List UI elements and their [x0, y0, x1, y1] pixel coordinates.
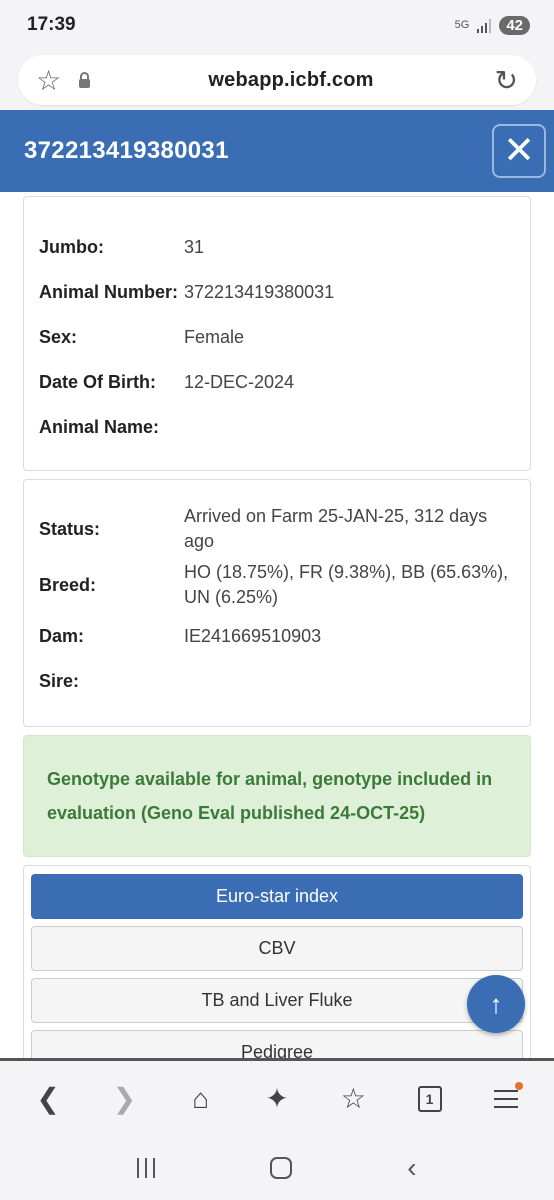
system-back-button[interactable]: ‹	[407, 1152, 416, 1184]
status-label: Status:	[39, 518, 101, 539]
home-icon: ⌂	[192, 1082, 210, 1114]
info-row-animal-name: Animal Name:	[39, 405, 515, 450]
recent-apps-button[interactable]	[137, 1158, 156, 1178]
info-value: 372213419380031	[184, 282, 335, 302]
tabs-button[interactable]: 1	[405, 1074, 455, 1124]
forward-button[interactable]: ❯	[99, 1074, 149, 1124]
sparkle-icon: ✦	[265, 1083, 289, 1114]
status-row: Status: Arrived on Farm 25-JAN-25, 312 d…	[39, 504, 515, 554]
signal-icon	[477, 17, 492, 33]
tab-pedigree[interactable]: Pedigree	[31, 1030, 523, 1058]
menu-button[interactable]	[481, 1074, 531, 1124]
status-time: 17:39	[27, 14, 76, 35]
menu-icon	[493, 1089, 518, 1108]
battery-icon: 42	[499, 15, 530, 35]
url-text[interactable]: webapp.icbf.com	[98, 69, 484, 92]
info-row-date-of-birth: Date Of Birth: 12-DEC-2024	[39, 360, 515, 405]
chevron-left-icon: ❮	[36, 1083, 60, 1114]
info-label: Animal Name:	[39, 417, 160, 437]
status-indicators: 5G 42	[454, 15, 530, 35]
chevron-right-icon: ❯	[112, 1083, 137, 1114]
tabs-card: Euro-star index CBV TB and Liver Fluke P…	[23, 865, 531, 1058]
url-bar-wrap: ☆ webapp.icbf.com ↻	[0, 50, 554, 110]
notification-dot	[514, 1081, 523, 1090]
system-navigation: ‹	[0, 1136, 554, 1200]
arrow-up-icon: ↑	[489, 988, 503, 1019]
tab-cbv[interactable]: CBV	[31, 926, 523, 971]
tab-tb-liver-fluke[interactable]: TB and Liver Fluke	[31, 978, 523, 1023]
modal-header: 372213419380031 ✕	[0, 110, 554, 192]
close-button[interactable]: ✕	[492, 124, 546, 178]
info-label: Sex:	[39, 327, 78, 347]
reload-icon[interactable]: ↻	[484, 64, 518, 97]
browser-toolbar: ❮ ❯ ⌂ ✦ ☆ 1	[0, 1058, 554, 1136]
sire-label: Sire:	[39, 671, 80, 691]
back-button[interactable]: ❮	[23, 1074, 73, 1124]
info-row-sex: Sex: Female	[39, 315, 515, 360]
info-row-animal-number: Animal Number: 372213419380031	[39, 270, 515, 315]
breed-value: HO (18.75%), FR (9.38%), BB (65.63%), UN…	[184, 562, 509, 607]
genotype-alert: Genotype available for animal, genotype …	[23, 735, 531, 857]
animal-status-card: Status: Arrived on Farm 25-JAN-25, 312 d…	[23, 479, 531, 727]
animal-info-card: Jumbo: 31 Animal Number: 372213419380031…	[23, 196, 531, 471]
scroll-to-top-button[interactable]: ↑	[467, 975, 525, 1033]
info-row-jumbo: Jumbo: 31	[39, 225, 515, 270]
lock-icon[interactable]	[70, 71, 98, 88]
tab-euro-star-index[interactable]: Euro-star index	[31, 874, 523, 919]
info-value: Female	[184, 327, 245, 347]
breed-label: Breed:	[39, 574, 97, 595]
info-label: Animal Number:	[39, 282, 179, 302]
dam-label: Dam:	[39, 626, 85, 646]
modal-content[interactable]: Jumbo: 31 Animal Number: 372213419380031…	[0, 192, 554, 1058]
status-bar: 17:39 5G 42	[0, 0, 554, 50]
bookmark-star-icon[interactable]: ☆	[36, 64, 70, 97]
breed-row: Breed: HO (18.75%), FR (9.38%), BB (65.6…	[39, 560, 515, 610]
bookmarks-button[interactable]: ☆	[328, 1074, 378, 1124]
ai-sparkle-button[interactable]: ✦	[252, 1074, 302, 1124]
star-list-icon: ☆	[340, 1083, 366, 1114]
back-chevron-icon: ‹	[407, 1152, 417, 1183]
page-title: 372213419380031	[24, 137, 229, 164]
tabs-icon: 1	[417, 1085, 442, 1112]
address-bar[interactable]: ☆ webapp.icbf.com ↻	[18, 55, 536, 105]
sire-row: Sire:	[39, 659, 515, 704]
info-label: Jumbo:	[39, 237, 104, 257]
close-icon: ✕	[503, 130, 535, 172]
network-indicator: 5G	[454, 19, 470, 31]
home-button[interactable]: ⌂	[176, 1074, 226, 1124]
dam-row: Dam: IE241669510903	[39, 614, 515, 659]
info-value: 31	[184, 237, 205, 257]
status-value: Arrived on Farm 25-JAN-25, 312 days ago	[184, 506, 488, 551]
home-gesture-button[interactable]	[270, 1157, 293, 1179]
dam-value[interactable]: IE241669510903	[184, 624, 515, 649]
info-value: 12-DEC-2024	[184, 372, 295, 392]
info-label: Date Of Birth:	[39, 372, 156, 392]
